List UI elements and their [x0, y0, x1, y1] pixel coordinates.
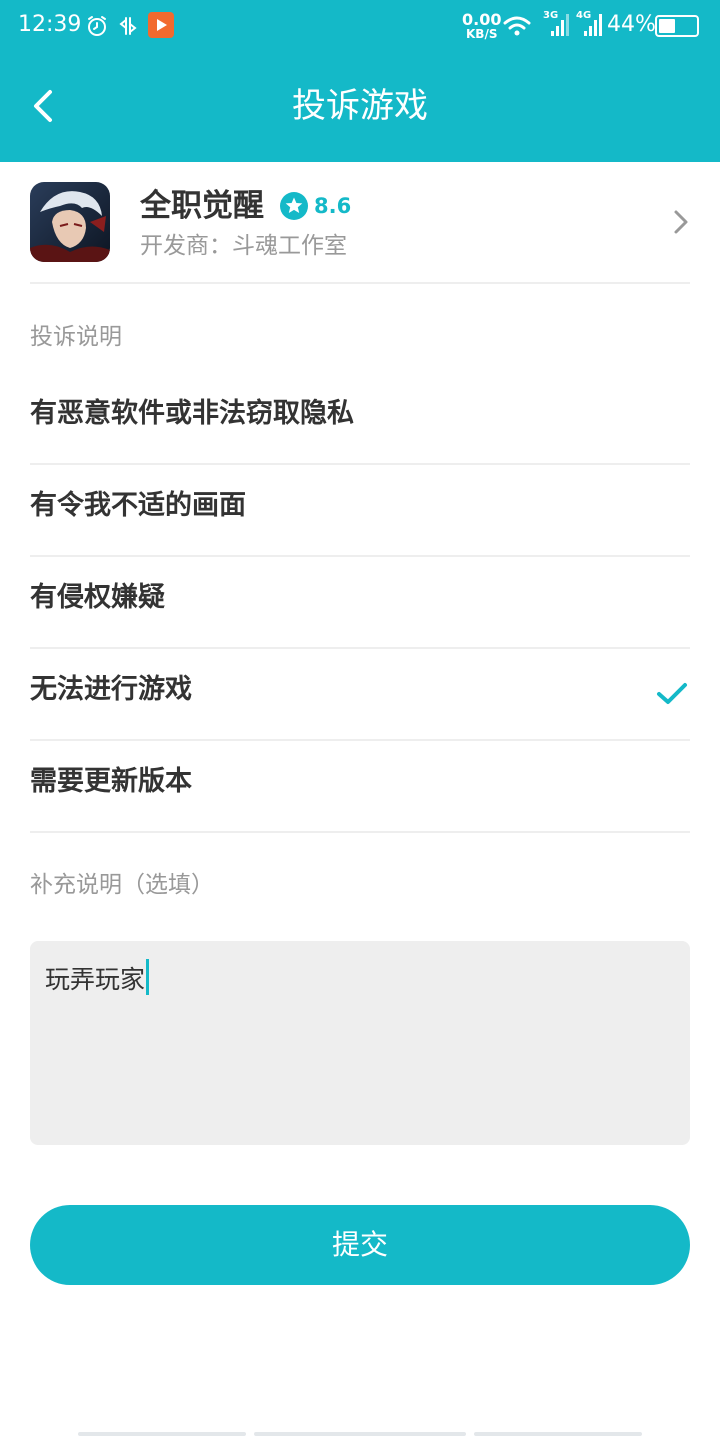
game-rating: 8.6: [314, 194, 352, 218]
option-label: 有令我不适的画面: [30, 490, 246, 521]
complaint-option-needs-update[interactable]: 需要更新版本: [0, 740, 720, 832]
alarm-icon: [84, 12, 110, 40]
bottom-indicator: [254, 1432, 466, 1436]
option-label: 有侵权嫌疑: [30, 582, 165, 613]
signal-4g-icon: 4G: [576, 10, 604, 40]
divider: [30, 831, 690, 833]
battery-percent: 44%: [607, 12, 656, 37]
game-icon: [30, 182, 110, 262]
status-time: 12:39: [18, 12, 82, 37]
bottom-indicator: [474, 1432, 642, 1436]
complaint-option-cannot-play[interactable]: 无法进行游戏: [0, 648, 720, 740]
complaint-option-malware[interactable]: 有恶意软件或非法窃取隐私: [0, 372, 720, 464]
option-label: 有恶意软件或非法窃取隐私: [30, 398, 354, 429]
check-icon: [654, 676, 690, 712]
status-bar: 12:39 0.00 KB/S 3G 4G 44%: [0, 0, 720, 52]
app-notification-icon: [148, 12, 174, 38]
supplement-text-value: 玩弄玩家: [45, 959, 150, 997]
option-label: 需要更新版本: [30, 766, 192, 797]
battery-level: [659, 19, 675, 33]
page-title: 投诉游戏: [292, 86, 428, 126]
battery-icon: [655, 15, 699, 37]
network-speed: 0.00 KB/S: [462, 10, 502, 41]
submit-button[interactable]: 提交: [30, 1205, 690, 1285]
wifi-icon: [501, 12, 533, 40]
supplement-label: 补充说明（选填）: [30, 872, 214, 898]
signal-3g-icon: 3G: [543, 10, 571, 40]
game-info-row[interactable]: 全职觉醒 8.6 开发商：斗魂工作室: [0, 162, 720, 284]
option-label: 无法进行游戏: [30, 674, 192, 705]
complaint-option-uncomfortable-content[interactable]: 有令我不适的画面: [0, 464, 720, 556]
supplement-input[interactable]: 玩弄玩家: [30, 941, 690, 1145]
chevron-right-icon: [668, 206, 694, 238]
supplement-value: 玩弄玩家: [45, 965, 146, 994]
bottom-indicator: [78, 1432, 246, 1436]
complaint-option-infringement[interactable]: 有侵权嫌疑: [0, 556, 720, 648]
text-cursor: [146, 959, 150, 995]
app-header: 12:39 0.00 KB/S 3G 4G 44% 投诉游戏: [0, 0, 720, 162]
game-developer: 开发商：斗魂工作室: [140, 233, 347, 259]
star-icon: [280, 192, 308, 220]
game-name: 全职觉醒: [140, 188, 264, 224]
complaint-section-label: 投诉说明: [30, 324, 122, 350]
data-sync-icon: [118, 12, 138, 40]
divider: [30, 282, 690, 284]
